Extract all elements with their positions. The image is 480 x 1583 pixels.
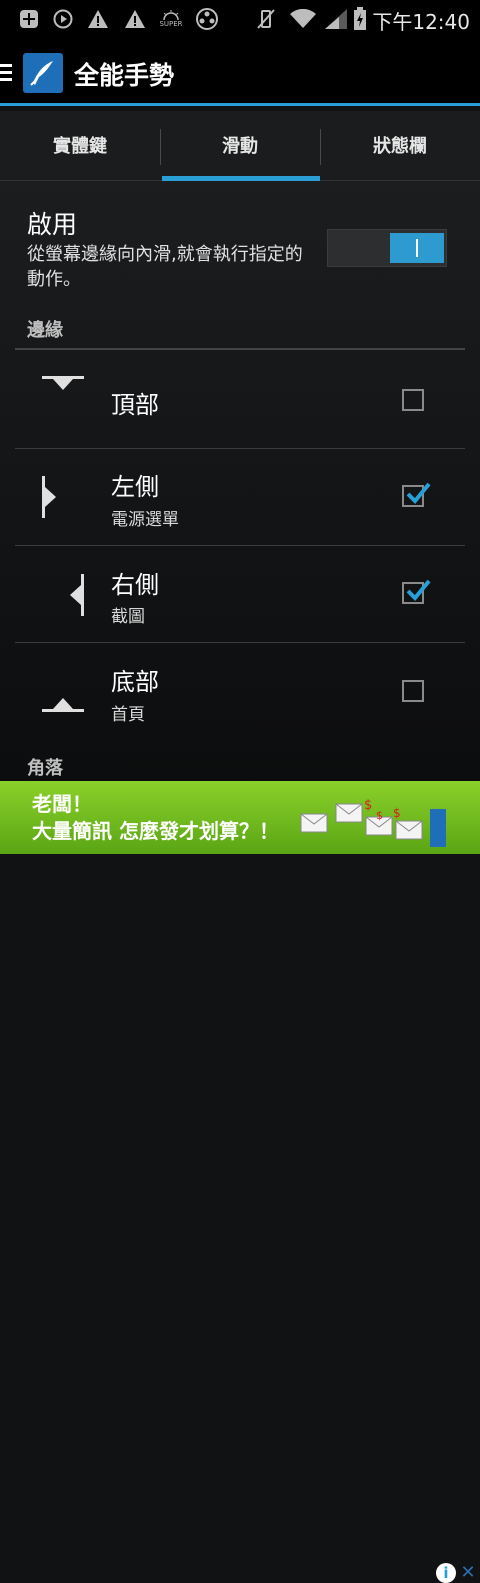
ad-headline: 老闆！ [32,792,92,816]
right-edge-icon [70,574,84,616]
tab-swipe[interactable]: 滑動 [160,111,320,181]
warning-icon [124,8,146,30]
action-bar: 全能手勢 [0,38,480,106]
row-divider [15,545,465,546]
clock: 下午12:40 [372,10,470,34]
enable-title: 啟用 [27,210,78,239]
tab-physical-keys[interactable]: 實體鍵 [0,111,160,181]
envelope-money-icon: $ $ $ [300,798,446,847]
tab-status-bar[interactable]: 狀態欄 [320,111,480,181]
top-edge-checkbox[interactable] [402,389,424,411]
edge-title: 左側 [111,473,159,501]
edge-action: 電源選單 [111,510,179,530]
row-divider [15,448,465,449]
play-circle-icon [52,8,74,30]
enable-toggle[interactable] [327,229,447,267]
svg-text:$: $ [393,806,401,820]
bottom-edge-checkbox[interactable] [402,680,424,702]
menu-icon[interactable] [0,64,12,85]
edge-title: 頂部 [111,391,159,419]
edge-title: 底部 [111,668,159,696]
battery-charging-icon [352,7,368,30]
status-bar: SUPER 下午12:40 [0,0,480,38]
info-icon[interactable]: i [436,1563,456,1583]
app-title: 全能手勢 [74,61,175,90]
section-corners-header: 角落 [27,758,63,779]
svg-text:$: $ [376,809,383,822]
signal-icon [322,8,350,30]
check-icon [406,579,431,601]
close-icon[interactable]: ✕ [458,1563,478,1583]
tab-bar: 實體鍵 滑動 狀態欄 [0,111,480,181]
vibrate-off-icon [255,8,277,30]
bottom-edge-icon [42,698,84,712]
edge-action: 首頁 [111,705,145,725]
app-logo-icon[interactable] [23,53,63,93]
film-reel-icon [196,8,218,30]
check-icon [406,482,431,504]
ad-body: 大量簡訊 怎麼發才划算？！ [32,819,279,843]
section-divider [15,348,465,350]
super-label: SUPER [159,20,183,28]
section-edges-header: 邊緣 [27,320,63,341]
enable-description: 從螢幕邊緣向內滑,就會執行指定的動作。 [27,244,303,290]
plus-box-icon [18,8,40,30]
toggle-knob [390,233,444,263]
svg-text:$: $ [364,798,372,813]
edge-title: 右側 [111,571,159,599]
edge-action: 截圖 [111,607,145,627]
top-edge-icon [42,376,84,390]
wifi-icon [288,8,318,30]
super-sun-icon: SUPER [158,8,184,30]
warning-icon [87,8,109,30]
left-edge-icon [42,476,56,518]
row-divider [15,642,465,643]
